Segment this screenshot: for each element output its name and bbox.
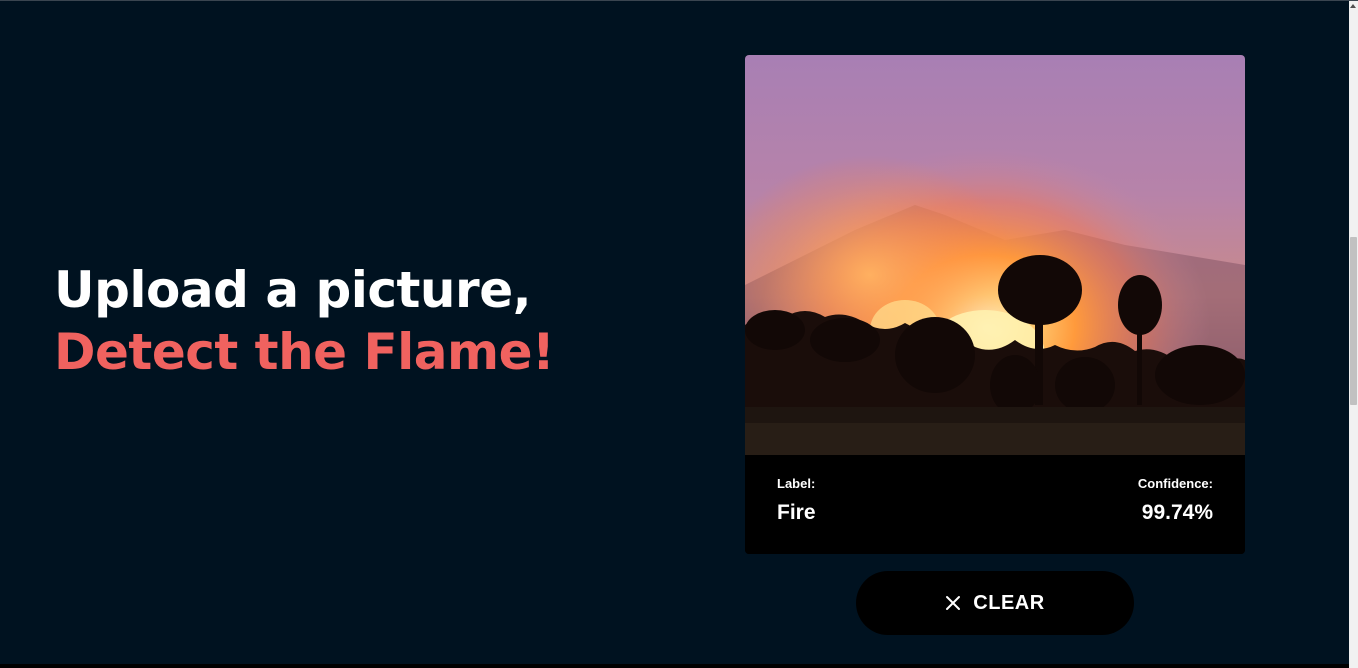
clear-button-label: CLEAR [973,591,1045,614]
clear-button[interactable]: CLEAR [856,571,1134,635]
result-card: Label: Fire Confidence: 99.74% [745,55,1245,554]
hero-line-1: Upload a picture, [54,261,532,319]
confidence-caption: Confidence: [1137,476,1213,491]
scroll-up-arrow-icon[interactable] [1350,4,1356,8]
close-icon [946,596,961,610]
page: Upload a picture, Detect the Flame! Labe… [0,0,1358,668]
hero-line-2: Detect the Flame! [54,323,555,381]
label-value: Fire [777,501,816,524]
hero-heading: Upload a picture, Detect the Flame! [54,259,555,383]
label-caption: Label: [777,476,816,491]
scrollbar-thumb[interactable] [1350,237,1357,405]
bottom-edge [0,664,1349,668]
prediction-panel: Label: Fire Confidence: 99.74% [745,455,1245,554]
confidence-value: 99.74% [1141,501,1213,524]
vertical-scrollbar[interactable] [1349,1,1358,668]
uploaded-fire-image [745,55,1245,455]
